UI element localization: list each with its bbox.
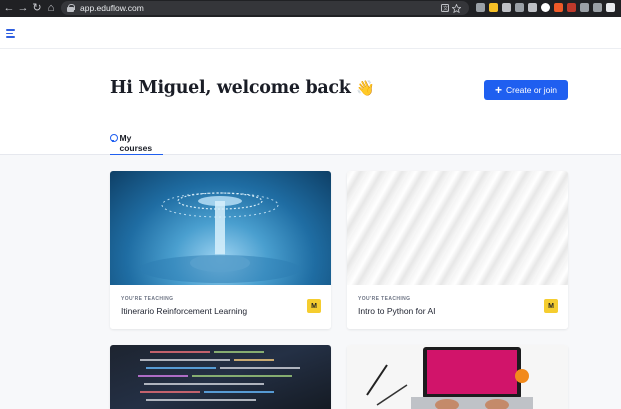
course-image-water-splash — [110, 171, 331, 285]
address-bar[interactable]: app.eduflow.com 文 — [61, 1, 469, 15]
app-header — [0, 17, 621, 49]
role-label: YOU'RE TEACHING — [358, 296, 411, 302]
greeting-text: Hi Miguel, welcome back — [110, 78, 351, 98]
url-text: app.eduflow.com — [80, 3, 144, 13]
avatar-badge: M — [544, 299, 558, 313]
welcome-section: Hi Miguel, welcome back 👋 + Create or jo… — [0, 49, 621, 155]
reload-icon[interactable]: ↻ — [30, 0, 44, 17]
extension-icon[interactable] — [502, 3, 511, 12]
extensions-tray — [476, 3, 615, 12]
course-title[interactable]: Intro to Python for AI — [358, 306, 436, 316]
translate-icon[interactable]: 文 — [441, 4, 449, 12]
extension-icon[interactable] — [567, 3, 576, 12]
lightbulb-icon — [110, 134, 118, 142]
extension-icon[interactable] — [606, 3, 615, 12]
laptop-desk-illustration — [366, 347, 533, 409]
tab-my-courses[interactable]: My courses — [110, 133, 163, 155]
course-card-footer: YOU'RE TEACHING Intro to Python for AI M — [347, 285, 568, 329]
create-or-join-label: Create or join — [505, 85, 558, 95]
home-icon[interactable]: ⌂ — [44, 0, 58, 17]
course-image-white-architecture — [347, 171, 568, 285]
course-card[interactable] — [347, 345, 568, 409]
extension-icon[interactable] — [580, 3, 589, 12]
course-title[interactable]: Itinerario Reinforcement Learning — [121, 306, 247, 316]
role-label: YOU'RE TEACHING — [121, 296, 174, 302]
course-image-code-screen — [110, 345, 331, 409]
extension-icon[interactable] — [515, 3, 524, 12]
forward-icon[interactable]: → — [16, 0, 30, 17]
extension-icon[interactable] — [541, 3, 550, 12]
extension-icon[interactable] — [489, 3, 498, 12]
course-card[interactable] — [110, 345, 331, 409]
tab-label: My courses — [119, 133, 153, 153]
back-icon[interactable]: ← — [2, 0, 16, 17]
browser-toolbar: ← → ↻ ⌂ app.eduflow.com 文 — [0, 0, 621, 17]
plus-icon: + — [494, 83, 502, 97]
menu-icon[interactable] — [6, 29, 15, 38]
avatar-badge: M — [307, 299, 321, 313]
page-title: Hi Miguel, welcome back 👋 — [110, 78, 375, 98]
bookmark-star-icon[interactable] — [452, 3, 461, 13]
course-card[interactable]: YOU'RE TEACHING Itinerario Reinforcement… — [110, 171, 331, 329]
extension-icon[interactable] — [554, 3, 563, 12]
extension-icon[interactable] — [593, 3, 602, 12]
lock-icon — [67, 4, 75, 12]
code-screen-illustration — [138, 351, 300, 401]
create-or-join-button[interactable]: + Create or join — [484, 80, 568, 100]
course-card[interactable]: YOU'RE TEACHING Intro to Python for AI M — [347, 171, 568, 329]
extension-icon[interactable] — [476, 3, 485, 12]
course-card-footer: YOU'RE TEACHING Itinerario Reinforcement… — [110, 285, 331, 329]
course-image-laptop-desk — [347, 345, 568, 409]
water-splash-illustration — [140, 192, 300, 283]
wave-emoji: 👋 — [356, 79, 375, 97]
svg-text:文: 文 — [443, 5, 448, 12]
extension-icon[interactable] — [528, 3, 537, 12]
